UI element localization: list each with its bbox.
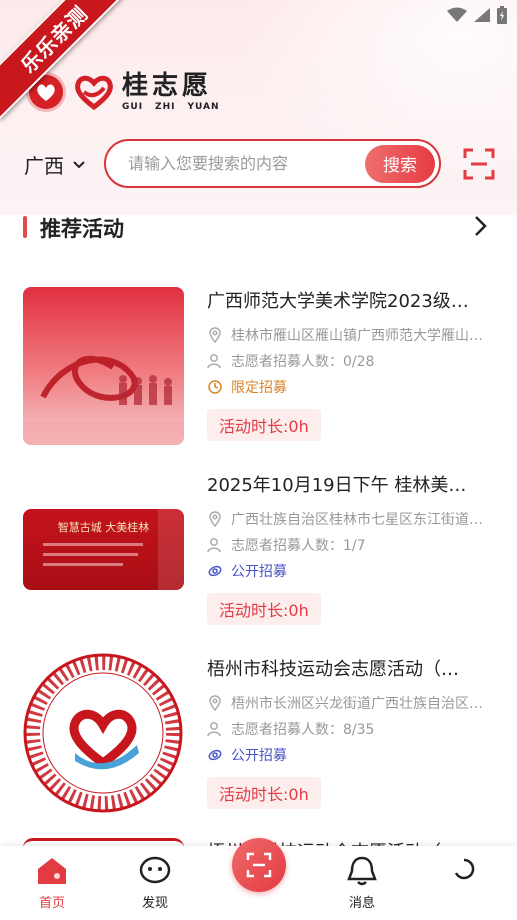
nav-home-label: 首页 (38, 896, 65, 911)
globe-icon (208, 565, 222, 577)
bell-icon (347, 856, 377, 886)
pinyin-2: ZHI (155, 102, 176, 112)
bottom-navigation: 首页 发现 消息 (0, 838, 517, 920)
activity-recruit: 志愿者招募人数：0/28 (207, 351, 497, 371)
nav-home[interactable]: 首页 (12, 856, 92, 911)
nav-scan-button[interactable] (232, 838, 286, 892)
activity-thumbnail: 智慧古城 大美桂林 (23, 509, 184, 590)
clock-icon (208, 380, 222, 394)
nav-messages-label: 消息 (348, 896, 375, 911)
section-accent-bar (23, 216, 27, 238)
person-icon (207, 722, 221, 737)
chevron-right-icon[interactable] (470, 214, 490, 238)
nav-discover-label: 发现 (141, 896, 168, 911)
activity-title: 梧州市科技运动会志愿活动（… (207, 659, 459, 680)
globe-icon (208, 749, 222, 761)
activity-location: 桂林市雁山区雁山镇广西师范大学雁山… (207, 325, 497, 345)
heart-hand-icon (75, 75, 113, 110)
logo-pinyin: GUI ZHI YUAN (122, 102, 220, 112)
activity-location: 梧州市长洲区兴龙街道广西壮族自治区… (207, 693, 497, 713)
discover-icon (139, 856, 171, 884)
location-pin-icon (209, 511, 221, 527)
duration-badge: 活动时长:0h (207, 409, 321, 441)
activity-title: 2025年10月19日下午 桂林美… (207, 475, 467, 496)
location-text: 广西壮族自治区桂林市七星区东江街道… (231, 512, 483, 528)
section-title: 推荐活动 (40, 217, 124, 241)
activity-type: 公开招募 (207, 561, 497, 581)
person-icon (207, 538, 221, 553)
activity-card[interactable]: 梧州市科技运动会志愿活动（… 梧州市长洲区兴龙街道广西壮族自治区… 志愿者招募人… (0, 653, 517, 835)
location-pin-icon (209, 327, 221, 343)
duration-badge: 活动时长:0h (207, 593, 321, 625)
activity-recruit: 志愿者招募人数：8/35 (207, 719, 497, 739)
chevron-down-icon (73, 160, 85, 168)
region-selector[interactable]: 广西 (24, 150, 86, 179)
recruit-text: 志愿者招募人数：1/7 (231, 538, 366, 554)
activity-type: 限定招募 (207, 377, 497, 397)
home-icon (38, 858, 66, 884)
recommended-section-header: 推荐活动 (0, 210, 517, 246)
nav-profile[interactable] (424, 856, 504, 892)
nav-discover[interactable]: 发现 (115, 856, 195, 911)
search-bar: 搜索 (104, 139, 441, 188)
person-icon (207, 354, 221, 369)
search-button[interactable]: 搜索 (365, 144, 435, 183)
logo-title: 桂志愿 (122, 71, 213, 101)
pinyin-3: YUAN (187, 102, 220, 112)
activity-type: 公开招募 (207, 745, 497, 765)
activity-title: 广西师范大学美术学院2023级… (207, 291, 469, 312)
nav-messages[interactable]: 消息 (322, 856, 402, 911)
location-text: 桂林市雁山区雁山镇广西师范大学雁山… (231, 328, 483, 344)
loading-spinner-icon (454, 858, 475, 880)
status-bar (447, 6, 507, 24)
duration-badge: 活动时长:0h (207, 777, 321, 809)
search-input[interactable] (128, 154, 365, 173)
type-text: 限定招募 (231, 380, 287, 396)
type-text: 公开招募 (231, 564, 287, 580)
signal-icon (474, 8, 490, 22)
recruit-text: 志愿者招募人数：0/28 (231, 354, 375, 370)
region-label: 广西 (24, 154, 64, 178)
activity-location: 广西壮族自治区桂林市七星区东江街道… (207, 509, 497, 529)
scan-icon[interactable] (463, 148, 495, 180)
battery-icon (497, 6, 507, 24)
location-pin-icon (209, 695, 221, 711)
activity-card[interactable]: 广西师范大学美术学院2023级… 桂林市雁山区雁山镇广西师范大学雁山… 志愿者招… (0, 287, 517, 467)
pinyin-1: GUI (122, 102, 144, 112)
wifi-icon (447, 7, 467, 22)
location-text: 梧州市长洲区兴龙街道广西壮族自治区… (231, 696, 483, 712)
scan-icon (246, 852, 272, 878)
type-text: 公开招募 (231, 748, 287, 764)
app-logo: 桂志愿 GUI ZHI YUAN (26, 72, 220, 112)
activity-thumbnail (23, 653, 184, 813)
recruit-text: 志愿者招募人数：8/35 (231, 722, 375, 738)
activity-card[interactable]: 智慧古城 大美桂林 2025年10月19日下午 桂林美… 广西壮族自治区桂林市七… (0, 471, 517, 651)
activity-recruit: 志愿者招募人数：1/7 (207, 535, 497, 555)
activity-thumbnail (23, 287, 184, 445)
